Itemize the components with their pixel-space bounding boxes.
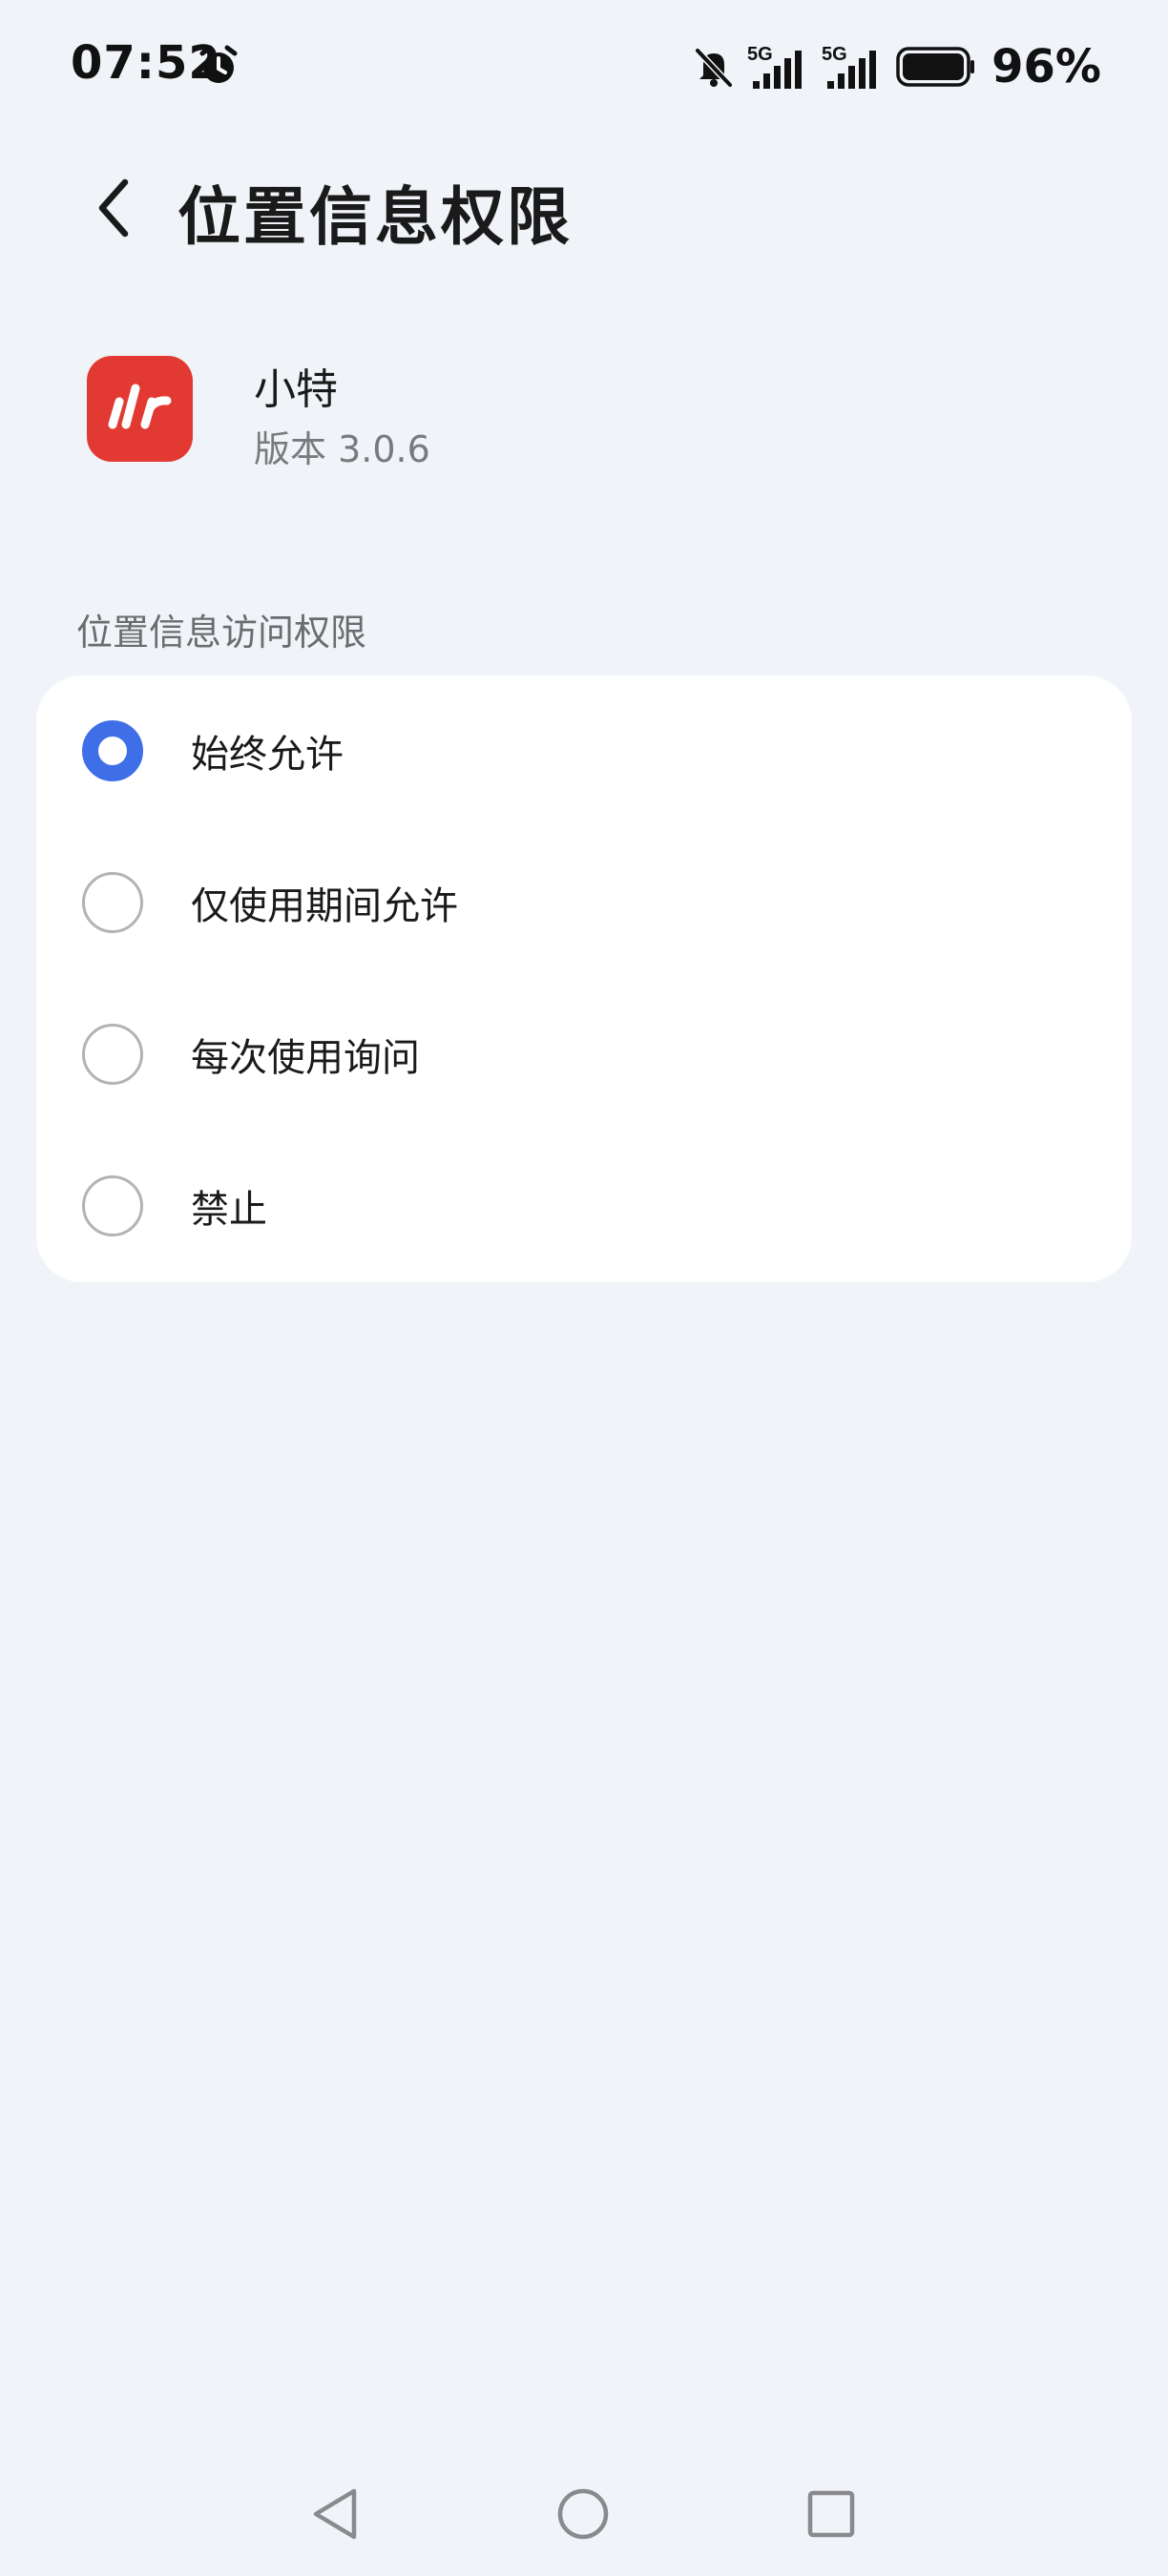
location-permission-options: 始终允许 仅使用期间允许 每次使用询问 禁止 (36, 675, 1132, 1282)
radio-button-selected[interactable] (82, 720, 143, 781)
alarm-icon (199, 45, 238, 83)
network-type-1: 5G (747, 44, 773, 65)
page-title: 位置信息权限 (177, 180, 573, 254)
app-icon (87, 356, 193, 462)
home-circle-icon (557, 2488, 609, 2540)
battery-percent: 96% (991, 40, 1101, 93)
signal-icon: 5G (747, 44, 803, 89)
recents-square-icon (807, 2490, 855, 2538)
option-always-allow[interactable]: 始终允许 (36, 675, 1132, 826)
option-label: 每次使用询问 (191, 1036, 420, 1080)
network-type-2: 5G (822, 44, 847, 65)
navigation-bar (0, 2462, 1168, 2576)
nav-back-button[interactable] (302, 2481, 368, 2547)
back-triangle-icon (313, 2488, 357, 2540)
status-icons: 5G 5G 96% (692, 38, 1101, 95)
section-label: 位置信息访问权限 (76, 612, 367, 654)
option-label: 仅使用期间允许 (191, 884, 458, 928)
radio-button[interactable] (82, 1175, 143, 1236)
app-version: 版本 3.0.6 (254, 428, 430, 470)
option-label: 禁止 (191, 1188, 267, 1232)
signal-icon-2: 5G (822, 44, 877, 89)
radio-button[interactable] (82, 872, 143, 933)
app-logo-icon (108, 384, 172, 429)
option-deny[interactable]: 禁止 (36, 1131, 1132, 1281)
option-allow-while-using[interactable]: 仅使用期间允许 (36, 827, 1132, 978)
radio-button[interactable] (82, 1024, 143, 1085)
app-name: 小特 (254, 365, 338, 414)
back-button[interactable] (80, 170, 147, 246)
option-ask-every-time[interactable]: 每次使用询问 (36, 979, 1132, 1130)
chevron-left-icon (98, 178, 129, 238)
nav-recents-button[interactable] (798, 2481, 865, 2547)
option-label: 始终允许 (191, 733, 344, 777)
status-bar: 07:52 5G 5G 96% (0, 0, 1168, 134)
battery-icon (896, 47, 975, 87)
nav-home-button[interactable] (550, 2481, 616, 2547)
mute-icon (695, 48, 733, 88)
